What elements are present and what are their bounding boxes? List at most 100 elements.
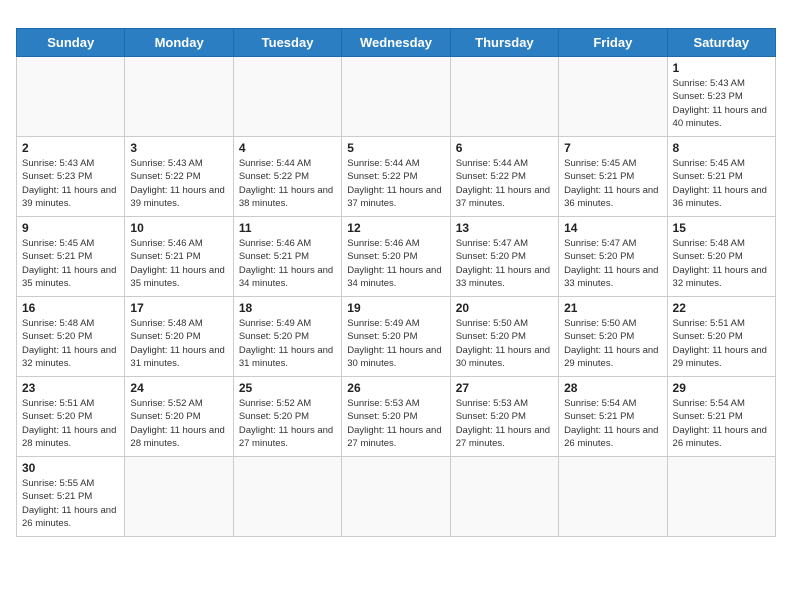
cell-info-text: Sunrise: 5:47 AM Sunset: 5:20 PM Dayligh…	[564, 237, 661, 290]
day-number: 14	[564, 221, 661, 235]
calendar-cell: 24Sunrise: 5:52 AM Sunset: 5:20 PM Dayli…	[125, 377, 233, 457]
calendar-week-row-4: 16 Sunrise: 5:48 AM Sunset: 5:20 PM Dayli…	[17, 297, 776, 377]
cell-info-text: Sunrise: 5:43 AM Sunset: 5:23 PM Dayligh…	[673, 77, 770, 130]
calendar-cell	[450, 57, 558, 137]
calendar-cell: 29 Sunrise: 5:54 AM Sunset: 5:21 PM Dayli…	[667, 377, 775, 457]
calendar-cell: 4 Sunrise: 5:44 AM Sunset: 5:22 PM Daylig…	[233, 137, 341, 217]
day-number: 17	[130, 301, 227, 315]
calendar-cell: 7 Sunrise: 5:45 AM Sunset: 5:21 PM Daylig…	[559, 137, 667, 217]
cell-info-text: Sunrise: 5:44 AM Sunset: 5:22 PM Dayligh…	[456, 157, 553, 210]
cell-info-text: Sunrise: 5:49 AM Sunset: 5:20 PM Dayligh…	[239, 317, 336, 370]
cell-info-text: Sunrise: 5:54 AM Sunset: 5:21 PM Dayligh…	[564, 397, 661, 450]
calendar-cell: 1 Sunrise: 5:43 AM Sunset: 5:23 PM Daylig…	[667, 57, 775, 137]
calendar-cell: 3Sunrise: 5:43 AM Sunset: 5:22 PM Daylig…	[125, 137, 233, 217]
calendar-cell: 11 Sunrise: 5:46 AM Sunset: 5:21 PM Dayli…	[233, 217, 341, 297]
calendar-table: SundayMondayTuesdayWednesdayThursdayFrid…	[16, 28, 776, 537]
day-number: 11	[239, 221, 336, 235]
day-number: 25	[239, 381, 336, 395]
cell-info-text: Sunrise: 5:53 AM Sunset: 5:20 PM Dayligh…	[347, 397, 444, 450]
calendar-cell	[342, 57, 450, 137]
day-number: 27	[456, 381, 553, 395]
calendar-cell: 8Sunrise: 5:45 AM Sunset: 5:21 PM Daylig…	[667, 137, 775, 217]
calendar-cell	[125, 57, 233, 137]
cell-info-text: Sunrise: 5:50 AM Sunset: 5:20 PM Dayligh…	[456, 317, 553, 370]
day-number: 16	[22, 301, 119, 315]
cell-info-text: Sunrise: 5:45 AM Sunset: 5:21 PM Dayligh…	[564, 157, 661, 210]
cell-info-text: Sunrise: 5:46 AM Sunset: 5:20 PM Dayligh…	[347, 237, 444, 290]
cell-info-text: Sunrise: 5:48 AM Sunset: 5:20 PM Dayligh…	[22, 317, 119, 370]
cell-info-text: Sunrise: 5:43 AM Sunset: 5:23 PM Dayligh…	[22, 157, 119, 210]
calendar-cell: 5Sunrise: 5:44 AM Sunset: 5:22 PM Daylig…	[342, 137, 450, 217]
calendar-cell: 17Sunrise: 5:48 AM Sunset: 5:20 PM Dayli…	[125, 297, 233, 377]
day-number: 28	[564, 381, 661, 395]
calendar-cell: 14 Sunrise: 5:47 AM Sunset: 5:20 PM Dayli…	[559, 217, 667, 297]
calendar-cell: 18 Sunrise: 5:49 AM Sunset: 5:20 PM Dayli…	[233, 297, 341, 377]
calendar-week-row-1: 1 Sunrise: 5:43 AM Sunset: 5:23 PM Daylig…	[17, 57, 776, 137]
cell-info-text: Sunrise: 5:50 AM Sunset: 5:20 PM Dayligh…	[564, 317, 661, 370]
calendar-cell	[667, 457, 775, 537]
calendar-cell: 28 Sunrise: 5:54 AM Sunset: 5:21 PM Dayli…	[559, 377, 667, 457]
calendar-week-row-2: 2 Sunrise: 5:43 AM Sunset: 5:23 PM Daylig…	[17, 137, 776, 217]
cell-info-text: Sunrise: 5:47 AM Sunset: 5:20 PM Dayligh…	[456, 237, 553, 290]
calendar-cell: 26 Sunrise: 5:53 AM Sunset: 5:20 PM Dayli…	[342, 377, 450, 457]
calendar-cell	[450, 457, 558, 537]
cell-info-text: Sunrise: 5:52 AM Sunset: 5:20 PM Dayligh…	[130, 397, 227, 450]
cell-info-text: Sunrise: 5:49 AM Sunset: 5:20 PM Dayligh…	[347, 317, 444, 370]
cell-info-text: Sunrise: 5:46 AM Sunset: 5:21 PM Dayligh…	[239, 237, 336, 290]
cell-info-text: Sunrise: 5:54 AM Sunset: 5:21 PM Dayligh…	[673, 397, 770, 450]
cell-info-text: Sunrise: 5:55 AM Sunset: 5:21 PM Dayligh…	[22, 477, 119, 530]
day-number: 2	[22, 141, 119, 155]
cell-info-text: Sunrise: 5:44 AM Sunset: 5:22 PM Dayligh…	[239, 157, 336, 210]
day-number: 1	[673, 61, 770, 75]
cell-info-text: Sunrise: 5:48 AM Sunset: 5:20 PM Dayligh…	[673, 237, 770, 290]
calendar-cell: 6 Sunrise: 5:44 AM Sunset: 5:22 PM Daylig…	[450, 137, 558, 217]
calendar-cell	[342, 457, 450, 537]
cell-info-text: Sunrise: 5:51 AM Sunset: 5:20 PM Dayligh…	[673, 317, 770, 370]
calendar-cell: 25 Sunrise: 5:52 AM Sunset: 5:20 PM Dayli…	[233, 377, 341, 457]
cell-info-text: Sunrise: 5:45 AM Sunset: 5:21 PM Dayligh…	[22, 237, 119, 290]
calendar-cell: 2 Sunrise: 5:43 AM Sunset: 5:23 PM Daylig…	[17, 137, 125, 217]
calendar-week-row-6: 30 Sunrise: 5:55 AM Sunset: 5:21 PM Dayli…	[17, 457, 776, 537]
day-number: 6	[456, 141, 553, 155]
cell-info-text: Sunrise: 5:52 AM Sunset: 5:20 PM Dayligh…	[239, 397, 336, 450]
calendar-cell: 13 Sunrise: 5:47 AM Sunset: 5:20 PM Dayli…	[450, 217, 558, 297]
calendar-cell: 9Sunrise: 5:45 AM Sunset: 5:21 PM Daylig…	[17, 217, 125, 297]
calendar-week-row-5: 23 Sunrise: 5:51 AM Sunset: 5:20 PM Dayli…	[17, 377, 776, 457]
calendar-cell: 10Sunrise: 5:46 AM Sunset: 5:21 PM Dayli…	[125, 217, 233, 297]
calendar-cell	[125, 457, 233, 537]
day-number: 22	[673, 301, 770, 315]
cell-info-text: Sunrise: 5:51 AM Sunset: 5:20 PM Dayligh…	[22, 397, 119, 450]
calendar-cell: 27 Sunrise: 5:53 AM Sunset: 5:20 PM Dayli…	[450, 377, 558, 457]
calendar-cell: 23 Sunrise: 5:51 AM Sunset: 5:20 PM Dayli…	[17, 377, 125, 457]
weekday-header-saturday: Saturday	[667, 29, 775, 57]
calendar-cell: 30 Sunrise: 5:55 AM Sunset: 5:21 PM Dayli…	[17, 457, 125, 537]
calendar-cell: 20 Sunrise: 5:50 AM Sunset: 5:20 PM Dayli…	[450, 297, 558, 377]
weekday-header-monday: Monday	[125, 29, 233, 57]
day-number: 20	[456, 301, 553, 315]
day-number: 15	[673, 221, 770, 235]
calendar-cell: 15 Sunrise: 5:48 AM Sunset: 5:20 PM Dayli…	[667, 217, 775, 297]
day-number: 29	[673, 381, 770, 395]
calendar-cell	[17, 57, 125, 137]
day-number: 5	[347, 141, 444, 155]
day-number: 4	[239, 141, 336, 155]
calendar-week-row-3: 9Sunrise: 5:45 AM Sunset: 5:21 PM Daylig…	[17, 217, 776, 297]
day-number: 18	[239, 301, 336, 315]
day-number: 7	[564, 141, 661, 155]
calendar-cell: 21 Sunrise: 5:50 AM Sunset: 5:20 PM Dayli…	[559, 297, 667, 377]
day-number: 30	[22, 461, 119, 475]
day-number: 26	[347, 381, 444, 395]
calendar-cell	[233, 57, 341, 137]
cell-info-text: Sunrise: 5:53 AM Sunset: 5:20 PM Dayligh…	[456, 397, 553, 450]
calendar-cell: 19 Sunrise: 5:49 AM Sunset: 5:20 PM Dayli…	[342, 297, 450, 377]
day-number: 21	[564, 301, 661, 315]
cell-info-text: Sunrise: 5:45 AM Sunset: 5:21 PM Dayligh…	[673, 157, 770, 210]
calendar-cell: 22 Sunrise: 5:51 AM Sunset: 5:20 PM Dayli…	[667, 297, 775, 377]
day-number: 13	[456, 221, 553, 235]
calendar-cell	[559, 57, 667, 137]
weekday-header-friday: Friday	[559, 29, 667, 57]
day-number: 19	[347, 301, 444, 315]
day-number: 23	[22, 381, 119, 395]
calendar-cell: 12Sunrise: 5:46 AM Sunset: 5:20 PM Dayli…	[342, 217, 450, 297]
day-number: 10	[130, 221, 227, 235]
